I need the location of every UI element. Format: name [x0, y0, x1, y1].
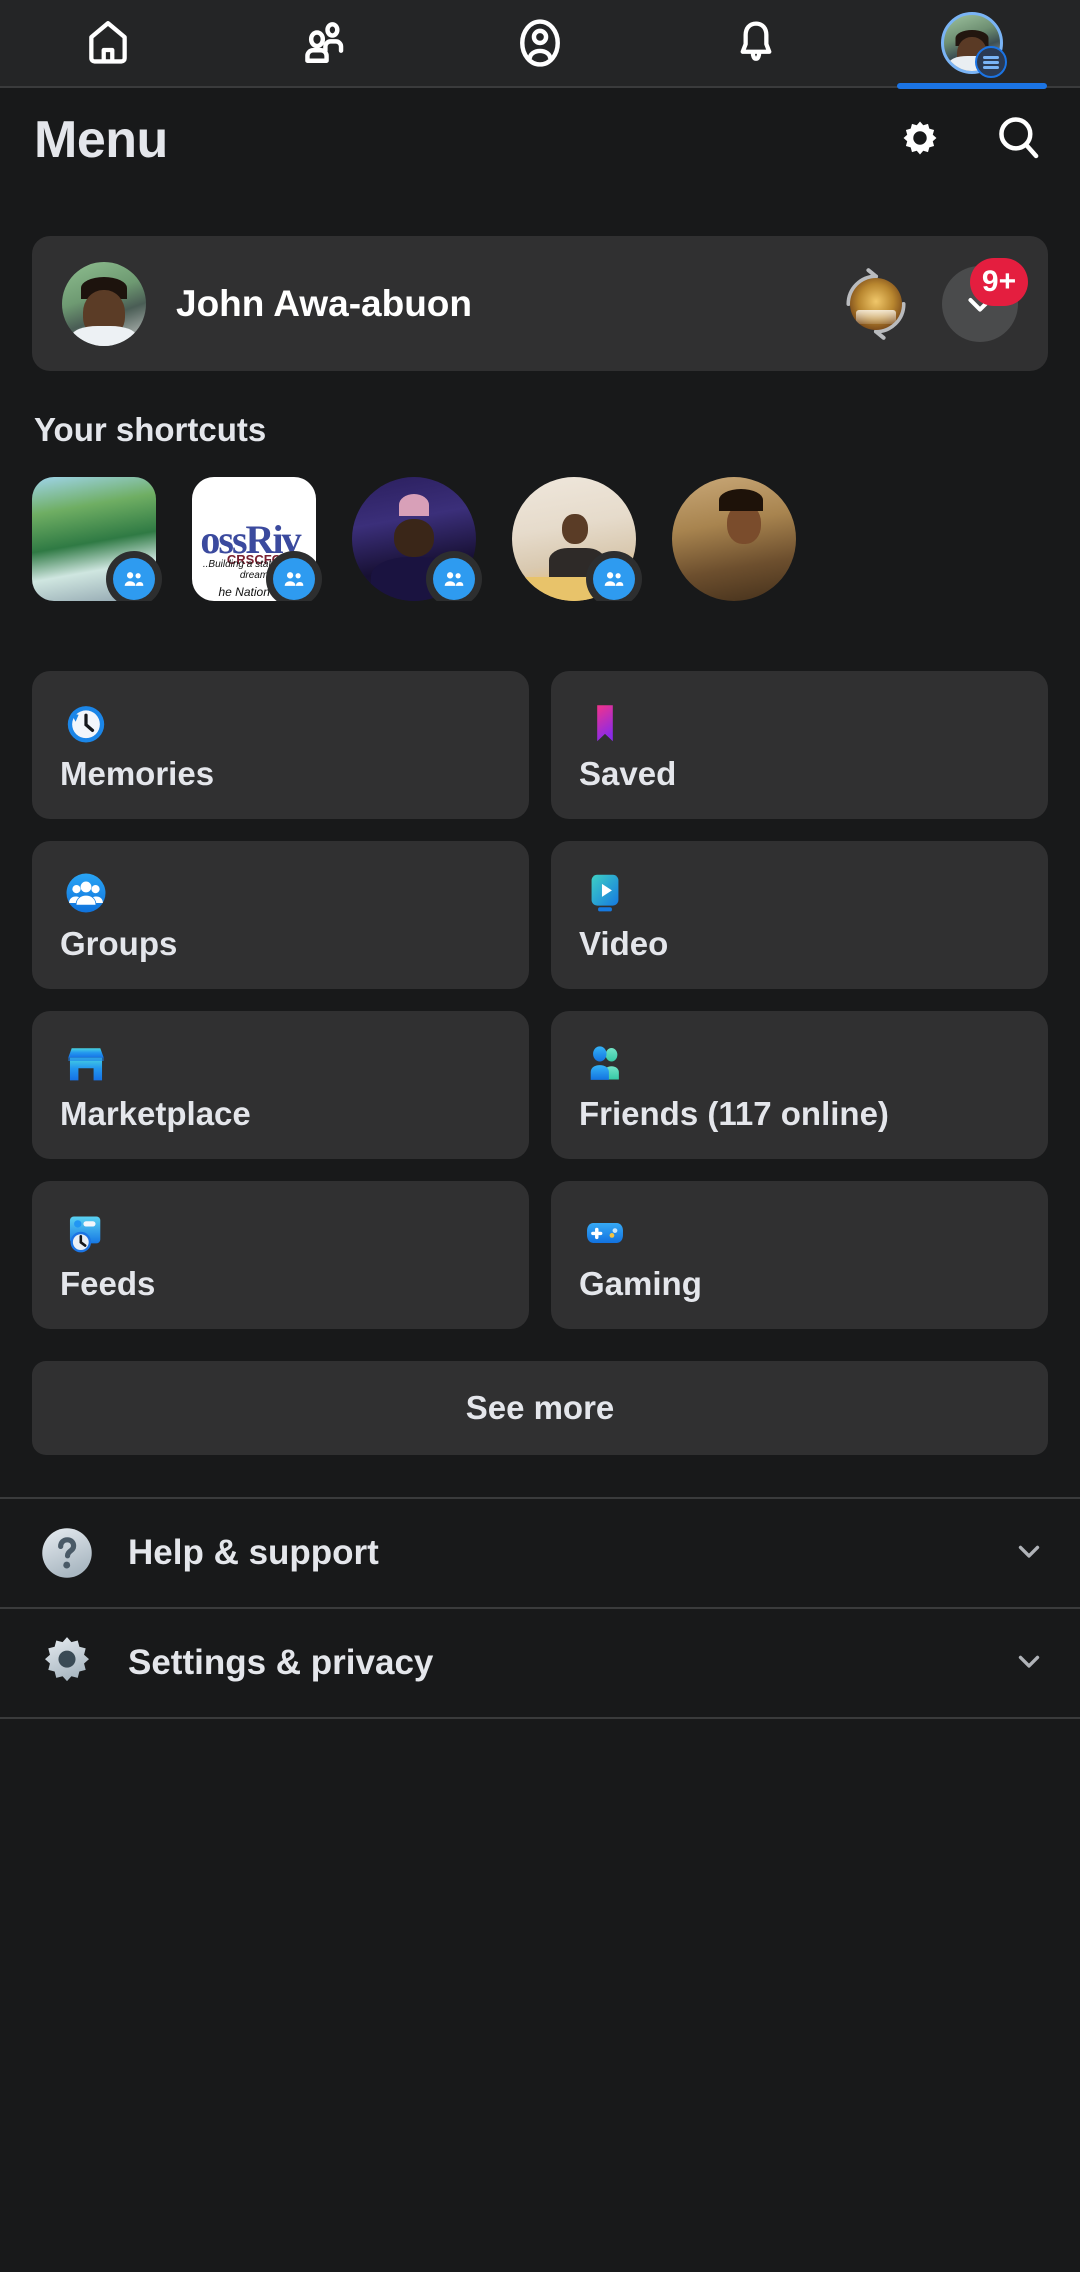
page-header: Menu [0, 88, 1080, 192]
question-mark-icon [34, 1520, 100, 1586]
clock-history-icon [60, 697, 112, 749]
menu-tile-label: Memories [60, 755, 501, 793]
storefront-icon [60, 1037, 112, 1089]
group-badge-icon [586, 551, 642, 601]
switch-account-avatar[interactable] [838, 266, 914, 342]
menu-tile-gaming[interactable]: Gaming [551, 1181, 1048, 1329]
menu-tile-label: Gaming [579, 1265, 1020, 1303]
shortcut-woman-cheer-group[interactable] [672, 477, 796, 601]
group-badge-icon [266, 551, 322, 601]
bookmark-icon [579, 697, 631, 749]
home-icon [81, 16, 135, 70]
profile-expand-wrap[interactable]: 9+ [942, 266, 1018, 342]
group-badge-icon [106, 551, 162, 601]
avatar-menu-icon [941, 12, 1003, 74]
menu-tile-label: Saved [579, 755, 1020, 793]
hamburger-badge-icon [975, 46, 1007, 78]
menu-tile-label: Groups [60, 925, 501, 963]
shortcut-thumbnail [672, 477, 796, 601]
top-tab-bar [0, 0, 1080, 88]
profile-circle-icon [512, 15, 568, 71]
shortcut-beach-group[interactable] [32, 477, 156, 601]
menu-tile-feeds[interactable]: Feeds [32, 1181, 529, 1329]
tab-profile[interactable] [432, 0, 648, 87]
menu-tile-friends[interactable]: Friends (117 online) [551, 1011, 1048, 1159]
menu-tile-label: Marketplace [60, 1095, 501, 1133]
menu-tile-saved[interactable]: Saved [551, 671, 1048, 819]
status-badge: 9+ [970, 258, 1028, 306]
shortcut-woman-desk-group[interactable] [512, 477, 636, 601]
profile-name: John Awa-abuon [176, 283, 838, 325]
menu-tile-label: Feeds [60, 1265, 501, 1303]
shortcut-crossriver-group[interactable]: ossRiv CRSCFC ..Building a state of our … [192, 477, 316, 601]
feeds-icon [60, 1207, 112, 1259]
menu-tile-memories[interactable]: Memories [32, 671, 529, 819]
profile-avatar[interactable] [62, 262, 146, 346]
see-more-button[interactable]: See more [32, 1361, 1048, 1455]
expandable-label: Help & support [128, 1533, 1012, 1573]
tab-notifications[interactable] [648, 0, 864, 87]
switch-account-photo [850, 278, 902, 330]
profile-card[interactable]: John Awa-abuon 9+ [32, 236, 1048, 371]
header-actions [894, 111, 1046, 170]
menu-tile-label: Video [579, 925, 1020, 963]
gear-icon [34, 1630, 100, 1696]
menu-content: John Awa-abuon 9+ Your shortcuts [0, 236, 1080, 1719]
tab-home[interactable] [0, 0, 216, 87]
active-tab-indicator [897, 83, 1047, 89]
video-play-icon [579, 867, 631, 919]
expandable-label: Settings & privacy [128, 1643, 1012, 1683]
group-badge-icon [426, 551, 482, 601]
menu-grid: Memories Saved [0, 601, 1080, 1329]
groups-icon [60, 867, 112, 919]
expandable-settings-privacy[interactable]: Settings & privacy [0, 1609, 1080, 1719]
shortcuts-heading: Your shortcuts [34, 411, 1080, 449]
menu-tile-label: Friends (117 online) [579, 1095, 1020, 1133]
page-title: Menu [34, 110, 168, 170]
menu-tile-marketplace[interactable]: Marketplace [32, 1011, 529, 1159]
bell-icon [729, 16, 783, 70]
tab-friends[interactable] [216, 0, 432, 87]
menu-tile-video[interactable]: Video [551, 841, 1048, 989]
friends-icon [296, 15, 352, 71]
chevron-down-icon[interactable] [1012, 1534, 1046, 1573]
shortcut-person-group[interactable] [352, 477, 476, 601]
tab-menu[interactable] [864, 0, 1080, 87]
shortcuts-row[interactable]: ossRiv CRSCFC ..Building a state of our … [0, 449, 1080, 601]
friends-pair-icon [579, 1037, 631, 1089]
gear-icon[interactable] [894, 112, 946, 169]
menu-tile-groups[interactable]: Groups [32, 841, 529, 989]
chevron-down-icon[interactable] [1012, 1644, 1046, 1683]
gamepad-icon [579, 1207, 631, 1259]
expandable-help-support[interactable]: Help & support [0, 1499, 1080, 1609]
search-icon[interactable] [992, 111, 1046, 170]
